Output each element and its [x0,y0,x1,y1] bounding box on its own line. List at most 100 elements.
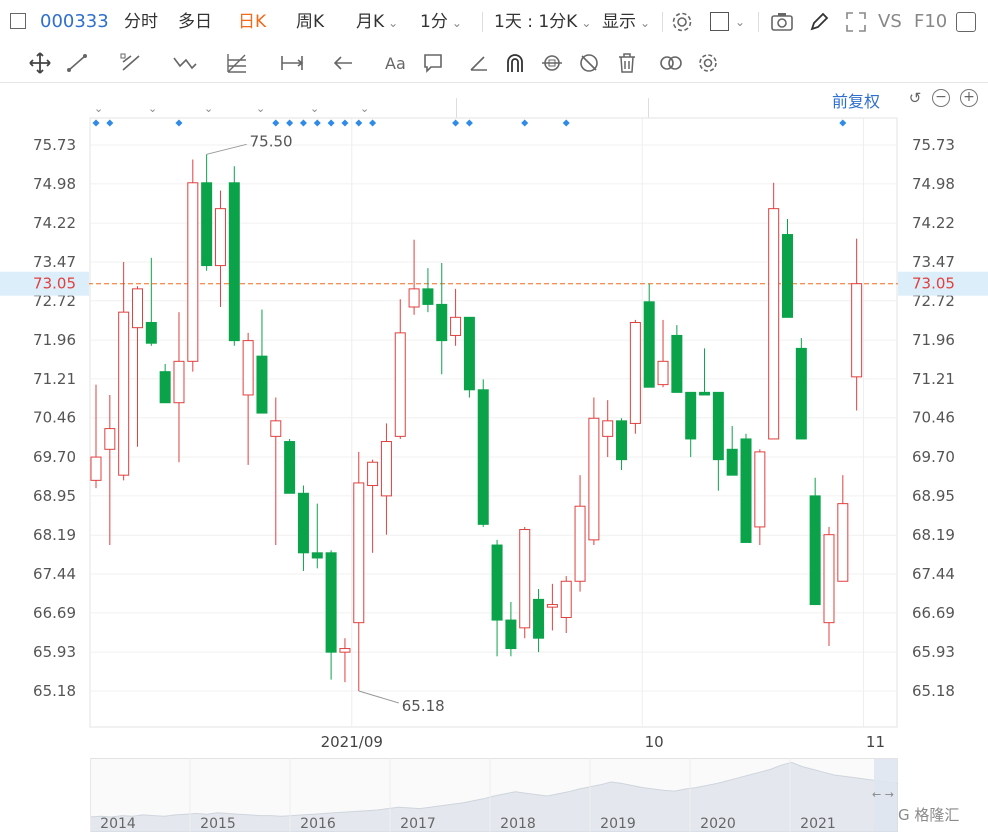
sidebar-toggle-icon[interactable] [10,13,26,29]
trash-icon[interactable] [616,52,638,74]
candle-body-up[interactable] [187,182,199,362]
candle-body-up[interactable] [602,420,614,437]
navigator-arrows-icon[interactable]: ← → [872,788,894,801]
period-selector[interactable]: 1天 : 1分K ⌄ [494,0,591,44]
candle-body-up[interactable] [394,332,406,437]
candle-body-up[interactable] [768,208,780,440]
candle-body-down[interactable] [726,448,738,476]
vs-button[interactable]: VS [878,0,902,44]
candle-body-up[interactable] [823,534,835,624]
event-marker[interactable] [299,119,307,127]
candle-body-up[interactable] [574,505,586,582]
candle-body-up[interactable] [560,580,572,618]
candle-body-down[interactable] [256,355,268,414]
candle-body-down[interactable] [159,371,171,404]
candle-body-down[interactable] [685,391,697,440]
adjust-mode-button[interactable]: 前复权 [832,88,880,112]
event-marker[interactable] [562,119,570,127]
candle-body-down[interactable] [809,495,821,606]
event-marker[interactable] [92,119,100,127]
event-marker[interactable] [313,119,321,127]
candle-body-down[interactable] [311,552,323,559]
range-navigator[interactable]: 2014 2015 2016 2017 2018 2019 2020 2021 [90,758,898,832]
candle-body-down[interactable] [740,438,752,543]
candle-body-up[interactable] [131,288,143,329]
panel-toggle-icon[interactable] [956,12,976,32]
candle-body-up[interactable] [214,208,226,267]
event-marker[interactable] [355,119,363,127]
event-marker[interactable] [286,119,294,127]
candle-body-down[interactable] [297,492,309,554]
tab-1min[interactable]: 1分 ⌄ [420,0,462,44]
candle-body-up[interactable] [339,648,351,653]
candle-body-up[interactable] [90,456,102,481]
tab-fenshi[interactable]: 分时 [124,0,158,44]
tab-duori[interactable]: 多日 [178,0,212,44]
candle-body-down[interactable] [228,182,240,342]
tab-weekly-k[interactable]: 周K [296,0,324,44]
f10-button[interactable]: F10 [914,0,947,44]
fib-tool-icon[interactable] [226,52,248,74]
tab-monthly-k[interactable]: 月K ⌄ [356,0,398,44]
drawing-settings-icon[interactable] [697,52,719,74]
candle-body-down[interactable] [491,544,503,621]
candle-body-down[interactable] [284,441,296,494]
candle-body-down[interactable] [782,234,793,318]
tab-daily-k[interactable]: 日K [238,0,266,44]
fullscreen-icon[interactable] [845,11,867,33]
measure-tool-icon[interactable] [280,52,304,74]
event-marker[interactable] [521,119,529,127]
event-marker[interactable] [839,119,847,127]
candlestick-chart[interactable]: 75.73 75.73 74.98 74.98 74.22 74.22 73.47 73.47… [0,110,988,758]
candle-body-up[interactable] [519,529,531,629]
candle-body-up[interactable] [408,288,420,308]
event-marker[interactable] [327,119,335,127]
candle-body-down[interactable] [505,619,517,650]
candle-body-up[interactable] [118,311,130,476]
move-icon[interactable] [28,52,52,74]
candle-body-up[interactable] [657,360,669,386]
candle-body-up[interactable] [851,283,863,378]
gear-icon[interactable] [671,11,693,33]
pencil-icon[interactable] [808,11,830,33]
candle-body-up[interactable] [380,441,392,497]
angle-tool-icon[interactable] [468,52,490,74]
candle-body-down[interactable] [145,322,157,344]
candle-body-down[interactable] [533,598,545,639]
camera-icon[interactable] [770,11,794,33]
event-marker[interactable] [106,119,114,127]
candle-body-up[interactable] [450,316,462,336]
candle-body-down[interactable] [643,301,655,388]
candle-body-up[interactable] [837,503,849,582]
event-marker[interactable] [175,119,183,127]
candle-body-down[interactable] [795,347,807,440]
text-tool-icon[interactable]: Aa [384,52,410,74]
hide-drawing-icon[interactable] [578,52,600,74]
zoom-in-icon[interactable]: + [960,89,978,107]
candle-body-down[interactable] [422,288,434,305]
zoom-out-icon[interactable]: − [932,89,950,107]
candle-body-up[interactable] [367,461,379,487]
chevron-down-icon[interactable]: ⌄ [735,0,745,44]
candle-body-down[interactable] [325,552,337,653]
event-marker[interactable] [369,119,377,127]
event-marker[interactable] [341,119,349,127]
comment-tool-icon[interactable] [422,52,444,74]
event-marker[interactable] [465,119,473,127]
candle-body-up[interactable] [353,482,365,624]
candle-body-up[interactable] [242,340,254,396]
candle-body-up[interactable] [104,428,116,450]
candle-body-down[interactable] [671,334,683,393]
reset-icon[interactable]: ↺ [906,89,924,107]
compare-icon[interactable] [658,52,684,74]
arrow-tool-icon[interactable] [332,52,354,74]
candle-body-up[interactable] [270,420,282,437]
candle-body-down[interactable] [463,316,475,391]
candle-body-up[interactable] [754,451,766,528]
candle-body-down[interactable] [699,391,711,396]
wave-tool-icon[interactable] [172,52,198,74]
candle-body-up[interactable] [588,417,600,541]
line-tool-icon[interactable] [66,52,88,74]
event-marker[interactable] [452,119,460,127]
display-menu[interactable]: 显示 ⌄ [602,0,650,44]
